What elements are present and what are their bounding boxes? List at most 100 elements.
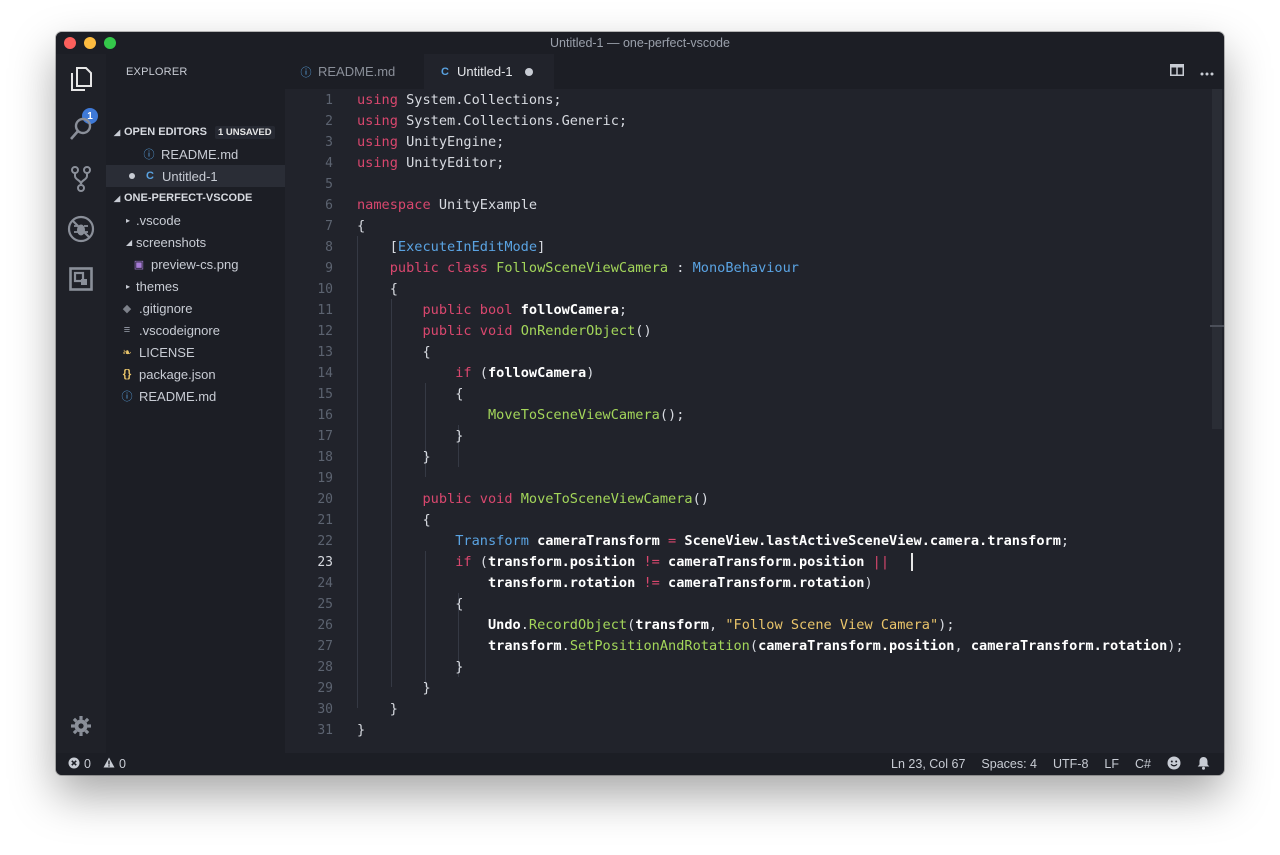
- tree-item-vscodeignore[interactable]: ≡ .vscodeignore: [106, 319, 285, 341]
- code-token: using: [357, 155, 398, 171]
- extensions-icon[interactable]: [66, 264, 96, 294]
- code-token: followCamera: [487, 365, 587, 381]
- smiley-icon[interactable]: [1167, 756, 1181, 773]
- line-number: 9: [325, 261, 333, 276]
- encoding[interactable]: UTF-8: [1053, 757, 1088, 771]
- code-token: (: [749, 638, 759, 654]
- code-line: }: [357, 678, 430, 699]
- csharp-icon: C: [441, 65, 449, 78]
- code-token: System.Collections;: [397, 92, 562, 108]
- code-token: {: [357, 512, 431, 528]
- open-editor-untitled[interactable]: C Untitled-1: [106, 165, 285, 187]
- line-number: 1: [325, 93, 333, 108]
- problems-indicator[interactable]: 0 0: [68, 753, 126, 775]
- image-file-icon: ▣: [133, 258, 145, 271]
- code-token: ();: [659, 407, 685, 423]
- files-icon[interactable]: [66, 64, 96, 94]
- code-token: UnityEngine;: [397, 134, 505, 150]
- code-token: followCamera: [520, 302, 619, 318]
- code-token: public void: [422, 491, 513, 507]
- tree-item-label: themes: [136, 278, 179, 294]
- code-token: ]: [537, 239, 546, 255]
- tree-item-preview-png[interactable]: ▣ preview-cs.png: [106, 253, 285, 275]
- line-number: 25: [317, 597, 333, 612]
- modified-dot-icon[interactable]: [524, 67, 533, 76]
- code-token: (: [471, 554, 488, 570]
- cursor-position[interactable]: Ln 23, Col 67: [891, 757, 965, 771]
- source-control-icon[interactable]: [66, 164, 96, 194]
- code-line: {: [357, 510, 431, 531]
- tab-untitled-1[interactable]: C Untitled-1: [424, 54, 554, 89]
- tree-item-themes[interactable]: ▸ themes: [106, 275, 285, 297]
- scrollbar-thumb[interactable]: [1212, 89, 1222, 429]
- line-number: 17: [317, 429, 333, 444]
- unsaved-badge: 1 UNSAVED: [214, 125, 275, 139]
- search-icon[interactable]: [66, 114, 96, 144]
- code-token: SceneView.lastActiveSceneView.camera.tra…: [684, 533, 1061, 549]
- tab-label: README.md: [318, 64, 396, 79]
- code-line: using UnityEditor;: [357, 153, 504, 174]
- code-line: {: [357, 594, 463, 615]
- minimize-window-button[interactable]: [84, 37, 96, 49]
- tree-item-package-json[interactable]: {} package.json: [106, 363, 285, 385]
- language-mode[interactable]: C#: [1135, 757, 1151, 771]
- code-token: cameraTransform.rotation: [668, 575, 865, 591]
- tree-item-label: .vscode: [136, 212, 181, 228]
- code-token: Undo: [487, 617, 521, 633]
- tab-readme[interactable]: ⓘ README.md: [285, 54, 424, 89]
- line-number: 7: [325, 219, 333, 234]
- error-count: 0: [84, 757, 91, 771]
- code-token: {: [357, 596, 464, 612]
- split-editor-icon[interactable]: [1170, 64, 1184, 79]
- end-of-line[interactable]: LF: [1104, 757, 1119, 771]
- debug-icon[interactable]: [66, 214, 96, 244]
- tree-item-label: preview-cs.png: [151, 256, 239, 272]
- line-number: 30: [317, 702, 333, 717]
- code-line: public class FollowSceneViewCamera : Mon…: [357, 258, 799, 279]
- project-header[interactable]: ◢ ONE-PERFECT-VSCODE: [106, 187, 293, 209]
- info-icon: ⓘ: [121, 391, 133, 403]
- code-token: ,: [954, 638, 971, 654]
- open-editor-readme[interactable]: ⓘ README.md: [106, 143, 285, 165]
- code-token: FollowSceneViewCamera: [496, 260, 669, 276]
- gear-icon[interactable]: [66, 711, 96, 741]
- bell-icon[interactable]: [1197, 756, 1210, 773]
- code-line: public void OnRenderObject(): [357, 321, 652, 342]
- editor-scrollbar[interactable]: [1210, 89, 1224, 753]
- project-label: ONE-PERFECT-VSCODE: [124, 192, 253, 204]
- code-token: UnityEditor;: [397, 155, 505, 171]
- maximize-window-button[interactable]: [104, 37, 116, 49]
- code-token: transform.rotation: [487, 575, 636, 591]
- line-number: 14: [317, 366, 333, 381]
- line-number: 28: [317, 660, 333, 675]
- explorer-title: EXPLORER: [126, 66, 188, 78]
- close-window-button[interactable]: [64, 37, 76, 49]
- code-line: }: [357, 699, 398, 720]
- tree-item-license[interactable]: ❧ LICENSE: [106, 341, 285, 363]
- tab-label: Untitled-1: [457, 64, 513, 79]
- code-token: }: [357, 428, 464, 444]
- tree-item-screenshots[interactable]: ◢ screenshots: [106, 231, 285, 253]
- code-token: (): [635, 323, 652, 339]
- open-editors-header[interactable]: ◢ OPEN EDITORS 1 UNSAVED: [106, 121, 293, 143]
- line-number: 23: [317, 555, 333, 570]
- tree-item-vscode[interactable]: ▸ .vscode: [106, 209, 285, 231]
- modified-dot-icon: [129, 173, 135, 179]
- more-icon[interactable]: [1200, 64, 1214, 79]
- code-token: MoveToSceneViewCamera: [520, 491, 693, 507]
- tree-item-gitignore[interactable]: ◆ .gitignore: [106, 297, 285, 319]
- code-token: (: [471, 365, 488, 381]
- title-bar: Untitled-1 — one-perfect-vscode: [56, 32, 1224, 54]
- tree-item-readme[interactable]: ⓘ README.md: [106, 385, 285, 407]
- warning-icon: [103, 757, 115, 771]
- code-line: using UnityEngine;: [357, 132, 504, 153]
- code-editor[interactable]: 1 2 3 4 5 6 7 8 9 10 11 12 13 14 15 16 17 18 19 20 21 22 23 24 2…: [285, 89, 1224, 753]
- info-icon: ⓘ: [143, 149, 155, 161]
- indentation[interactable]: Spaces: 4: [981, 757, 1037, 771]
